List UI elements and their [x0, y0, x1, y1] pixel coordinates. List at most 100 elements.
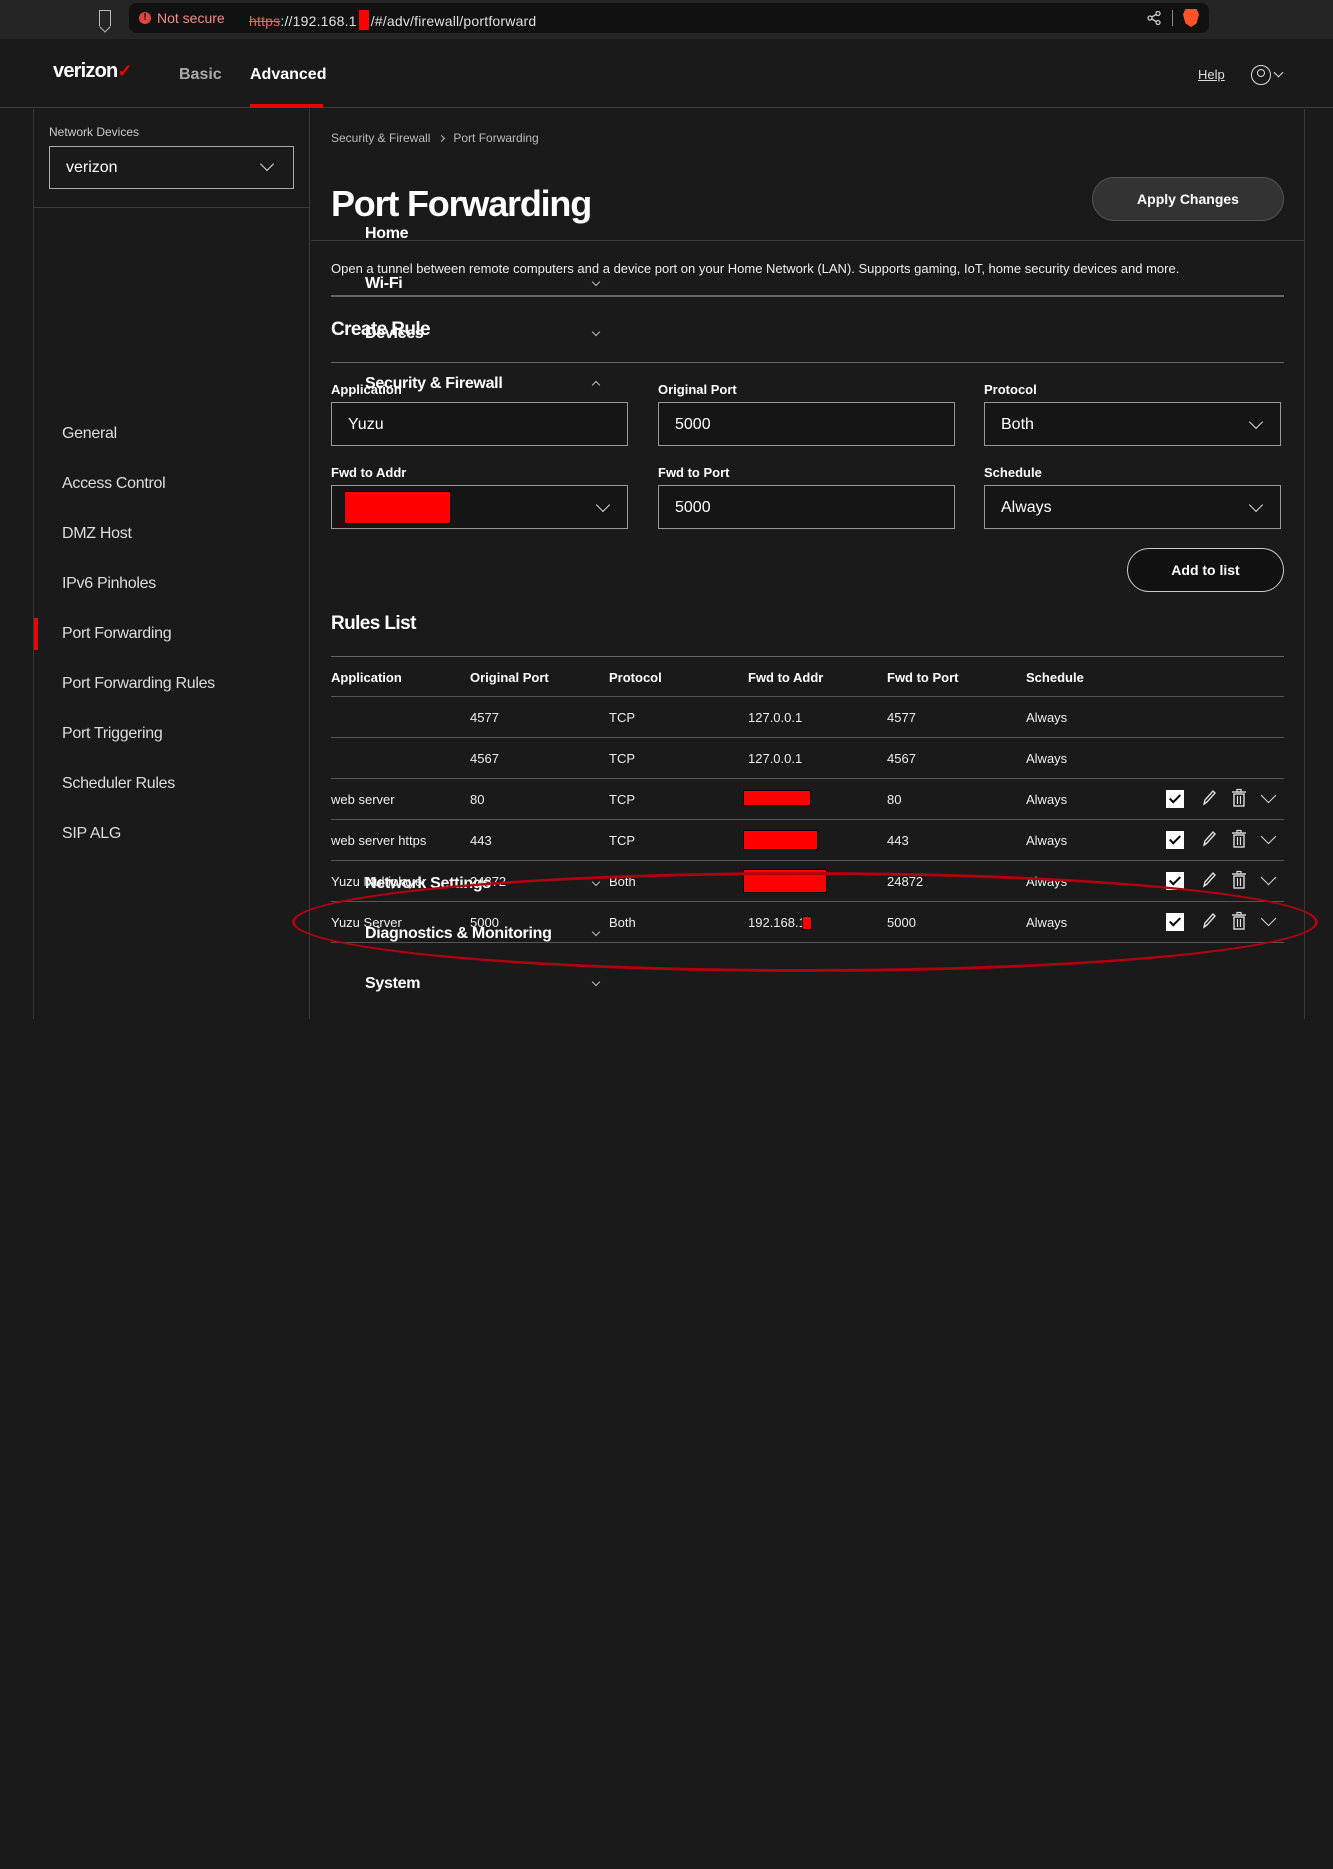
sidebar-item-port-triggering[interactable]: Port Triggering: [34, 709, 310, 759]
cell-original-port: 4567: [470, 751, 499, 766]
chevron-right-icon: [438, 134, 446, 143]
delete-icon[interactable]: [1231, 911, 1247, 931]
enable-checkbox[interactable]: [1166, 913, 1184, 931]
delete-icon[interactable]: [1231, 829, 1247, 849]
bookmark-icon[interactable]: [99, 10, 111, 26]
schedule-value: Always: [1001, 499, 1052, 516]
cell-fwd-port: 443: [887, 833, 909, 848]
enable-checkbox[interactable]: [1166, 831, 1184, 849]
page-title: Port Forwarding: [331, 183, 592, 224]
address-bar[interactable]: ! Not secure https://192.168.1 /#/adv/fir…: [129, 3, 1209, 33]
sidebar-item-access-control[interactable]: Access Control: [34, 459, 310, 509]
chevron-down-icon[interactable]: [1273, 67, 1284, 78]
expand-chevron-icon[interactable]: [1260, 869, 1277, 886]
fwd-addr-select[interactable]: [331, 485, 628, 529]
url-path: /#/adv/firewall/portforward: [370, 13, 537, 29]
redaction-mark: [358, 10, 369, 30]
edit-icon[interactable]: [1201, 829, 1217, 849]
breadcrumb-port-forwarding: Port Forwarding: [453, 131, 539, 145]
delete-icon[interactable]: [1231, 788, 1247, 808]
sidebar-item-ipv6-pinholes[interactable]: IPv6 Pinholes: [34, 559, 310, 609]
cell-original-port: 443: [470, 833, 492, 848]
cell-fwd-port: 4577: [887, 710, 916, 725]
network-device-select[interactable]: verizon: [49, 146, 294, 189]
cell-protocol: TCP: [609, 833, 635, 848]
logo-text: verizon: [53, 60, 118, 82]
sidebar-item-system[interactable]: System: [345, 959, 1333, 1869]
sidebar-item-port-forwarding-rules[interactable]: Port Forwarding Rules: [34, 659, 310, 709]
sidebar-item-dmz-host[interactable]: DMZ Host: [34, 509, 310, 559]
sidebar-item-label: Port Triggering: [62, 725, 163, 742]
description-divider: [331, 295, 1284, 297]
url-scheme: https: [249, 13, 281, 29]
not-secure-label[interactable]: Not secure: [157, 10, 225, 26]
cell-fwd-port: 4567: [887, 751, 916, 766]
edit-icon[interactable]: [1201, 911, 1217, 931]
cell-schedule: Always: [1026, 751, 1068, 766]
protocol-select[interactable]: Both: [984, 402, 1281, 446]
share-icon[interactable]: [1147, 11, 1161, 25]
enable-checkbox[interactable]: [1166, 790, 1184, 808]
table-row: web server https 443 TCP 443 Always: [331, 820, 1284, 861]
application-input[interactable]: Yuzu: [331, 402, 628, 446]
protocol-value: Both: [1001, 416, 1034, 433]
fwd-port-value: 5000: [675, 499, 711, 516]
sidebar-item-label: Port Forwarding Rules: [62, 675, 215, 692]
cell-protocol: TCP: [609, 792, 635, 807]
original-port-label: Original Port: [658, 382, 737, 397]
sidebar-item-scheduler-rules[interactable]: Scheduler Rules: [34, 759, 310, 809]
create-rule-divider: [331, 362, 1284, 363]
fwd-port-label: Fwd to Port: [658, 465, 730, 480]
add-to-list-button[interactable]: Add to list: [1127, 548, 1284, 592]
table-row: Yuzu Server 5000 Both 192.168.1. 5000 Al…: [331, 902, 1284, 943]
cell-schedule: Always: [1026, 874, 1068, 889]
schedule-select[interactable]: Always: [984, 485, 1281, 529]
expand-chevron-icon[interactable]: [1260, 787, 1277, 804]
sidebar-item-label: Scheduler Rules: [62, 775, 175, 792]
column-header: Application: [331, 670, 402, 685]
user-account-icon[interactable]: [1251, 65, 1271, 85]
breadcrumb-security-firewall[interactable]: Security & Firewall: [331, 131, 430, 145]
expand-chevron-icon[interactable]: [1260, 910, 1277, 927]
cell-protocol: Both: [609, 915, 636, 930]
expand-chevron-icon[interactable]: [1260, 828, 1277, 845]
cell-schedule: Always: [1026, 915, 1068, 930]
column-header: Protocol: [609, 670, 662, 685]
tab-basic[interactable]: Basic: [179, 66, 222, 84]
fwd-addr-label: Fwd to Addr: [331, 465, 407, 480]
cell-application: web server: [331, 792, 395, 807]
table-row: web server 80 TCP 80 Always: [331, 779, 1284, 820]
network-device-value: verizon: [66, 159, 118, 176]
delete-icon[interactable]: [1231, 870, 1247, 890]
cell-fwd-port: 24872: [887, 874, 924, 889]
url-host: ://192.168.1: [280, 13, 357, 29]
sidebar-item-label: Access Control: [62, 475, 166, 492]
original-port-input[interactable]: 5000: [658, 402, 955, 446]
verizon-logo[interactable]: verizon✓: [53, 60, 133, 83]
edit-icon[interactable]: [1201, 788, 1217, 808]
sidebar-item-label: DMZ Host: [62, 525, 132, 542]
column-header: Fwd to Addr: [748, 670, 824, 685]
redaction-mark: [743, 790, 811, 806]
table-row: 4567 TCP 127.0.0.1 4567 Always: [331, 738, 1284, 779]
cell-schedule: Always: [1026, 710, 1068, 725]
apply-changes-button[interactable]: Apply Changes: [1092, 177, 1284, 221]
header-divider: [311, 240, 1304, 241]
active-tab-indicator: [250, 104, 323, 108]
url-text[interactable]: https://192.168.1 /#/adv/firewall/portfor…: [249, 10, 536, 30]
sidebar-item-sip-alg[interactable]: SIP ALG: [34, 809, 310, 859]
enable-checkbox[interactable]: [1166, 872, 1184, 890]
cell-application: Yuzu Multiplayer: [331, 874, 427, 889]
help-link[interactable]: Help: [1198, 67, 1225, 82]
edit-icon[interactable]: [1201, 870, 1217, 890]
sidebar-item-port-forwarding[interactable]: Port Forwarding: [34, 609, 310, 659]
cell-fwd-addr: 127.0.0.1: [748, 710, 803, 725]
rules-table-header: Application Original Port Protocol Fwd t…: [331, 657, 1284, 697]
application-label: Application: [331, 382, 402, 397]
sidebar-item-general[interactable]: General: [34, 409, 310, 459]
table-row: Yuzu Multiplayer 24872 Both 24872 Always: [331, 861, 1284, 902]
brave-shield-icon[interactable]: [1183, 9, 1199, 27]
cell-fwd-addr: 127.0.0.1: [748, 751, 803, 766]
tab-advanced[interactable]: Advanced: [250, 66, 326, 84]
fwd-port-input[interactable]: 5000: [658, 485, 955, 529]
